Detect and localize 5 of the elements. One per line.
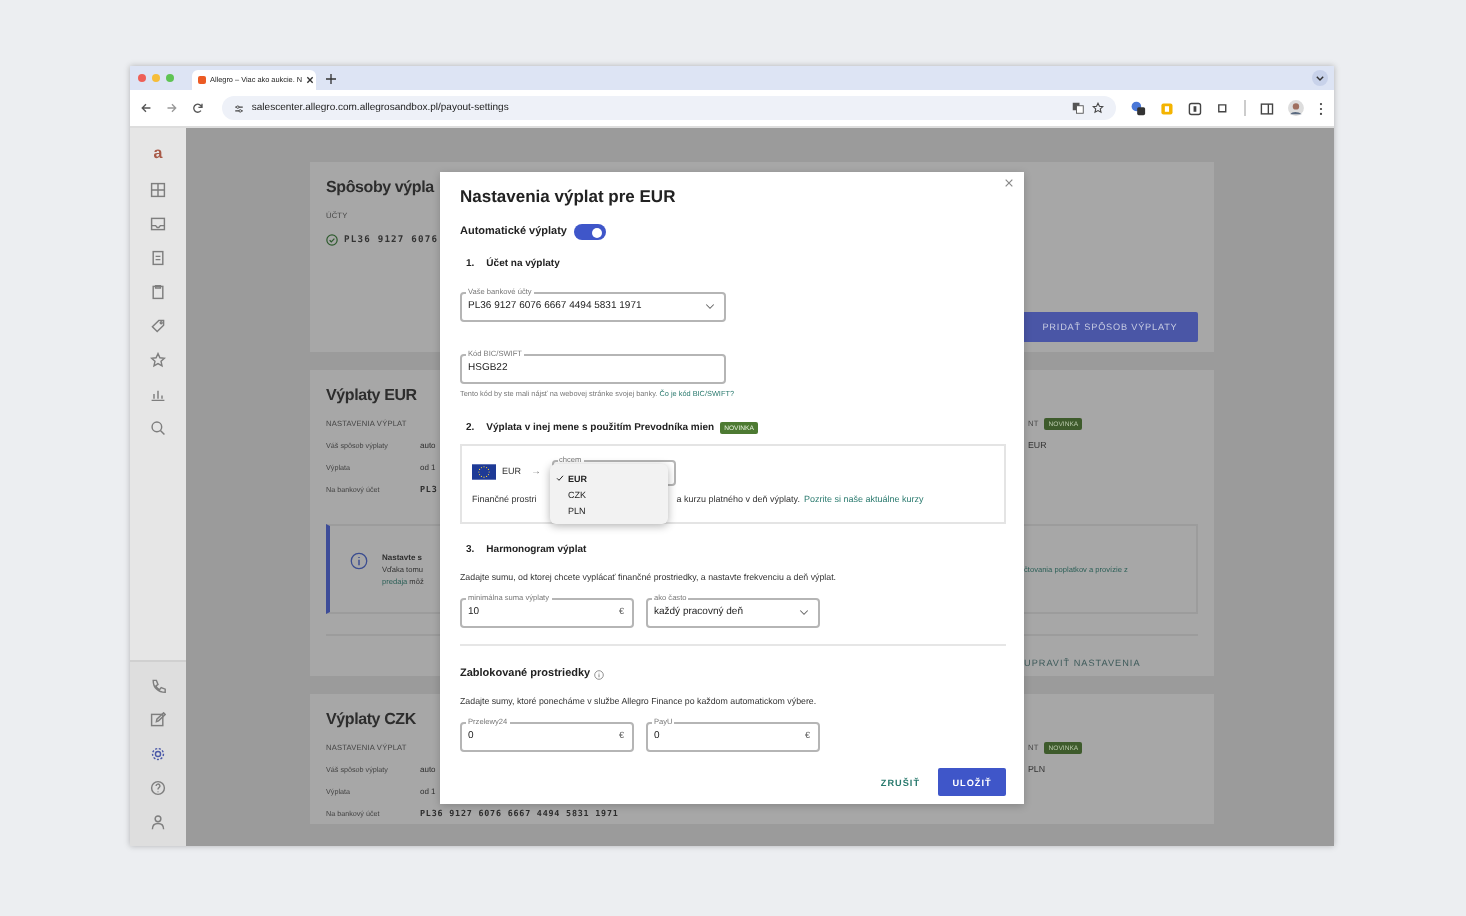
logo[interactable]: a — [153, 144, 163, 162]
card-title: Výplaty EUR — [326, 386, 417, 404]
card-title: Spôsoby výpla — [326, 178, 434, 196]
card-title: Výplaty CZK — [326, 710, 416, 728]
dialog-title: Nastavenia výplat pre EUR — [460, 186, 678, 206]
